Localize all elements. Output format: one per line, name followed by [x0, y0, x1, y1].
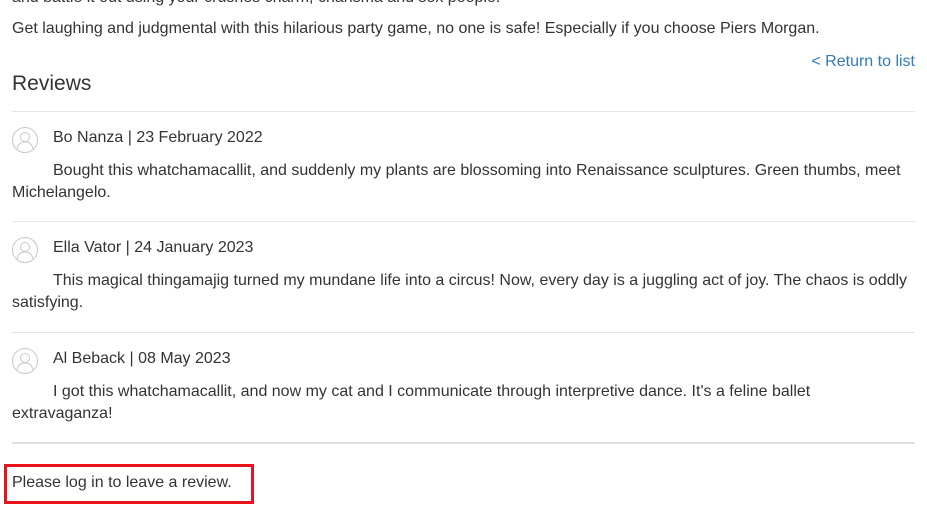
user-avatar-icon [12, 348, 38, 374]
review-meta: Bo Nanza | 23 February 2022 [53, 129, 263, 146]
review-body: I got this whatchamacallit, and now my c… [12, 383, 811, 422]
login-to-review-message: Please log in to leave a review. [12, 474, 232, 491]
user-avatar-icon [12, 237, 38, 263]
divider [12, 111, 915, 112]
review-body: Bought this whatchamacallit, and suddenl… [12, 162, 901, 201]
divider [12, 332, 915, 333]
product-page: and battle it out using your crushes cha… [4, 0, 915, 520]
review-meta: Ella Vator | 24 January 2023 [53, 239, 254, 256]
review-body: This magical thingamajig turned my munda… [12, 272, 908, 311]
review-meta: Al Beback | 08 May 2023 [53, 350, 231, 367]
reviews-heading: Reviews [12, 72, 92, 95]
product-description: Get laughing and judgmental with this hi… [12, 20, 820, 37]
divider [12, 221, 915, 222]
product-description-partial: and battle it out using your crushes cha… [12, 0, 500, 9]
divider [12, 442, 915, 444]
return-to-list-link[interactable]: < Return to list [811, 51, 915, 73]
user-avatar-icon [12, 127, 38, 153]
